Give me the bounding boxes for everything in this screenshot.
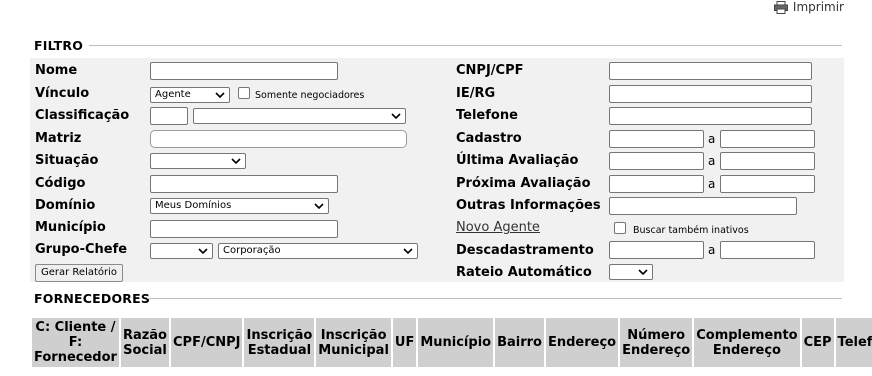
buscar-inativos-label: Buscar também inativos xyxy=(633,225,749,236)
ie-rg-input[interactable] xyxy=(609,85,812,103)
cadastro-from-input[interactable] xyxy=(609,130,704,148)
fornecedores-divider xyxy=(147,298,842,299)
ie-rg-label: IE/RG xyxy=(456,86,496,101)
chevron-down-icon xyxy=(215,92,225,99)
nome-input[interactable] xyxy=(150,62,338,80)
ultima-avaliacao-label: Última Avaliação xyxy=(456,153,579,168)
col-header-municipio[interactable]: Município xyxy=(418,318,494,367)
municipio-input[interactable] xyxy=(150,220,338,238)
col-header-inscricao-municipal[interactable]: Inscrição Municipal xyxy=(316,318,391,367)
grupo-chefe-label: Grupo-Chefe xyxy=(35,242,128,257)
somente-negociadores-label: Somente negociadores xyxy=(255,90,365,101)
dominio-select[interactable]: Meus Domínios xyxy=(150,198,329,214)
col-header-endereco[interactable]: Endereço xyxy=(545,318,619,367)
ultima-avaliacao-to-input[interactable] xyxy=(720,152,815,170)
fornecedores-legend: FORNECEDORES xyxy=(34,291,151,306)
filtro-divider xyxy=(89,45,842,46)
cadastro-label: Cadastro xyxy=(456,131,522,146)
descadastramento-label: Descadastramento xyxy=(456,243,594,258)
classificacao-code-input[interactable] xyxy=(150,107,188,125)
print-button[interactable]: Imprimir xyxy=(773,0,844,14)
cadastro-to-input[interactable] xyxy=(720,130,815,148)
classificacao-label: Classificação xyxy=(35,108,130,123)
chevron-down-icon xyxy=(314,203,324,210)
ultima-avaliacao-from-input[interactable] xyxy=(609,152,704,170)
col-header-numero-endereco[interactable]: Número Endereço xyxy=(620,318,693,367)
print-label: Imprimir xyxy=(792,0,844,14)
vinculo-value: Agente xyxy=(155,89,191,100)
nome-label: Nome xyxy=(35,63,78,78)
proxima-avaliacao-from-input[interactable] xyxy=(609,175,704,193)
cadastro-range-sep: a xyxy=(708,132,716,146)
telefone-input[interactable] xyxy=(609,107,812,125)
col-header-bairro[interactable]: Bairro xyxy=(495,318,544,367)
outras-informacoes-input[interactable] xyxy=(609,197,797,215)
matriz-label: Matriz xyxy=(35,131,82,146)
descadastramento-from-input[interactable] xyxy=(609,241,704,259)
proxima-avaliacao-to-input[interactable] xyxy=(720,175,815,193)
col-header-telefone[interactable]: Telefone xyxy=(835,318,872,367)
novo-agente-link[interactable]: Novo Agente xyxy=(456,220,540,235)
dominio-value: Meus Domínios xyxy=(155,200,232,211)
ultima-avaliacao-range-sep: a xyxy=(708,154,716,168)
chevron-down-icon xyxy=(403,248,413,255)
codigo-label: Código xyxy=(35,176,86,191)
grupo-chefe-select-2[interactable]: Corporação xyxy=(218,243,418,259)
grupo-chefe-select-1[interactable] xyxy=(150,243,213,259)
cnpj-cpf-label: CNPJ/CPF xyxy=(456,63,524,78)
dominio-label: Domínio xyxy=(35,198,96,213)
col-header-cep[interactable]: CEP xyxy=(801,318,834,367)
chevron-down-icon xyxy=(231,158,241,165)
chevron-down-icon xyxy=(391,113,401,120)
grupo-chefe-value: Corporação xyxy=(223,245,281,256)
col-header-inscricao-estadual[interactable]: Inscrição Estadual xyxy=(244,318,315,367)
proxima-avaliacao-label: Próxima Avaliação xyxy=(456,176,591,191)
filtro-legend: FILTRO xyxy=(34,38,84,53)
vinculo-label: Vínculo xyxy=(35,86,90,101)
situacao-select[interactable] xyxy=(150,153,246,169)
somente-negociadores-checkbox[interactable] xyxy=(238,87,250,99)
col-header-complemento-endereco[interactable]: Complemento Endereço xyxy=(694,318,800,367)
codigo-input[interactable] xyxy=(150,175,338,193)
vinculo-select[interactable]: Agente xyxy=(150,87,230,103)
col-header-uf[interactable]: UF xyxy=(392,318,417,367)
proxima-avaliacao-range-sep: a xyxy=(708,177,716,191)
chevron-down-icon xyxy=(638,269,648,276)
descadastramento-to-input[interactable] xyxy=(720,241,815,259)
col-header-cliente-fornecedor[interactable]: C: Cliente / F: Fornecedor xyxy=(32,318,119,367)
telefone-label: Telefone xyxy=(456,108,518,123)
rateio-select[interactable] xyxy=(609,264,653,280)
col-header-razao-social[interactable]: Razão Social xyxy=(120,318,169,367)
classificacao-select[interactable] xyxy=(193,108,406,124)
table-header-row: C: Cliente / F: Fornecedor Razão Social … xyxy=(32,318,872,367)
matriz-input[interactable] xyxy=(150,130,407,148)
fornecedores-table: C: Cliente / F: Fornecedor Razão Social … xyxy=(30,316,872,369)
descadastramento-range-sep: a xyxy=(708,243,716,257)
rateio-label: Rateio Automático xyxy=(456,265,592,280)
municipio-label: Município xyxy=(35,220,106,235)
chevron-down-icon xyxy=(198,248,208,255)
situacao-label: Situação xyxy=(35,153,99,168)
cnpj-cpf-input[interactable] xyxy=(609,62,812,80)
gerar-relatorio-button[interactable]: Gerar Relatório xyxy=(35,264,124,282)
buscar-inativos-checkbox[interactable] xyxy=(614,222,626,234)
printer-icon xyxy=(773,0,788,14)
col-header-cpf-cnpj[interactable]: CPF/CNPJ xyxy=(171,318,243,367)
outras-informacoes-label: Outras Informações xyxy=(456,198,601,213)
